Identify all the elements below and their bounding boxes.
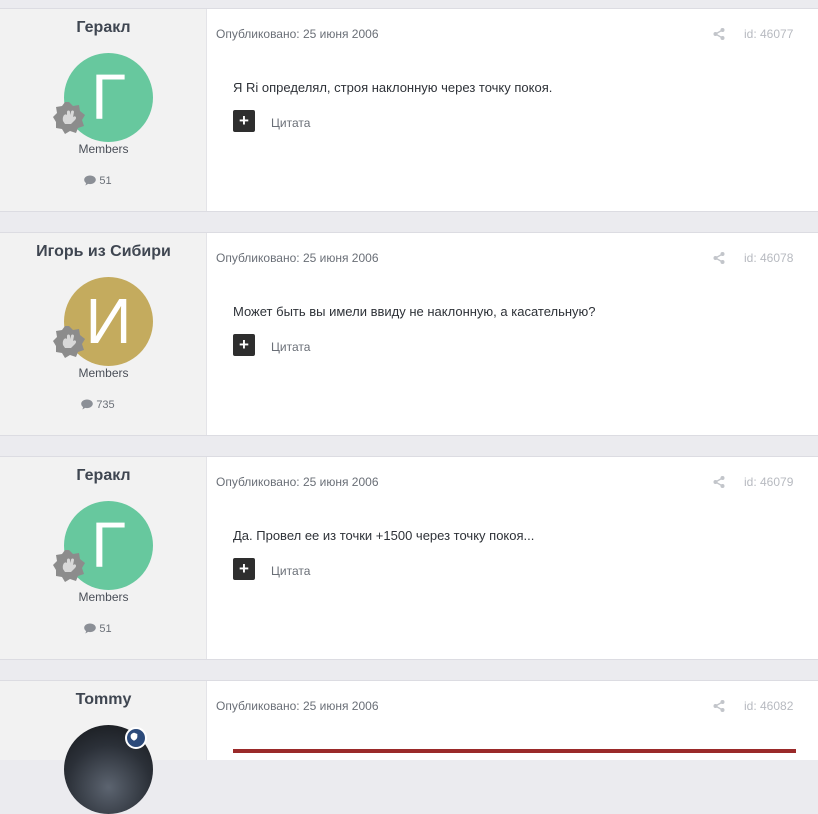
rank-badge-icon	[53, 102, 85, 134]
moderator-shield-icon	[125, 727, 147, 749]
post-content: Я Ri определял, строя наклонную через то…	[233, 80, 553, 95]
author-panel: Игорь из Сибири И Members 735	[0, 233, 207, 435]
comment-icon	[81, 399, 94, 410]
post-id: id: 46079	[744, 475, 794, 489]
quote-button[interactable]: Цитата	[271, 340, 310, 354]
author-panel: Геракл Г Members 51	[0, 457, 207, 659]
post-date: Опубликовано: 25 июня 2006	[216, 27, 379, 41]
post: Tommy Опубликовано: 25 июня 2006 id: 460…	[0, 680, 818, 814]
share-icon[interactable]	[713, 252, 725, 264]
quote-button[interactable]: Цитата	[271, 564, 310, 578]
comment-icon	[84, 175, 97, 186]
share-icon[interactable]	[713, 700, 725, 712]
author-panel: Геракл Г Members 51	[0, 9, 207, 211]
post-date: Опубликовано: 25 июня 2006	[216, 475, 379, 489]
author-group: Members	[78, 590, 129, 604]
author-name-link[interactable]: Геракл	[0, 19, 207, 37]
post-count-value: 51	[99, 175, 112, 187]
share-icon[interactable]	[713, 476, 725, 488]
quote-button[interactable]: Цитата	[271, 116, 310, 130]
comment-icon	[84, 623, 97, 634]
author-panel: Tommy	[0, 681, 207, 814]
post-id: id: 46082	[744, 699, 794, 713]
post-count: 51	[0, 175, 196, 187]
author-name-link[interactable]: Игорь из Сибири	[0, 243, 207, 261]
post: Геракл Г Members 51 Опубликовано: 25 июн…	[0, 8, 818, 212]
post-count: 51	[0, 623, 196, 635]
rank-badge-icon	[53, 550, 85, 582]
post-count: 735	[0, 399, 196, 411]
author-name-link[interactable]: Tommy	[0, 691, 207, 709]
post-date: Опубликовано: 25 июня 2006	[216, 251, 379, 265]
post: Игорь из Сибири И Members 735 Опубликова…	[0, 232, 818, 436]
post-id: id: 46077	[744, 27, 794, 41]
post-count-value: 51	[99, 623, 112, 635]
multiquote-button[interactable]: +	[233, 558, 255, 580]
post-content: Может быть вы имели ввиду не наклонную, …	[233, 304, 596, 319]
multiquote-button[interactable]: +	[233, 110, 255, 132]
post-count-value: 735	[96, 399, 115, 411]
post-id: id: 46078	[744, 251, 794, 265]
rank-badge-icon	[53, 326, 85, 358]
post-content: Да. Провел ее из точки +1500 через точку…	[233, 528, 535, 543]
post-date: Опубликовано: 25 июня 2006	[216, 699, 379, 713]
author-name-link[interactable]: Геракл	[0, 467, 207, 485]
author-group: Members	[78, 366, 129, 380]
post: Геракл Г Members 51 Опубликовано: 25 июн…	[0, 456, 818, 660]
share-icon[interactable]	[713, 28, 725, 40]
multiquote-button[interactable]: +	[233, 334, 255, 356]
author-group: Members	[78, 142, 129, 156]
